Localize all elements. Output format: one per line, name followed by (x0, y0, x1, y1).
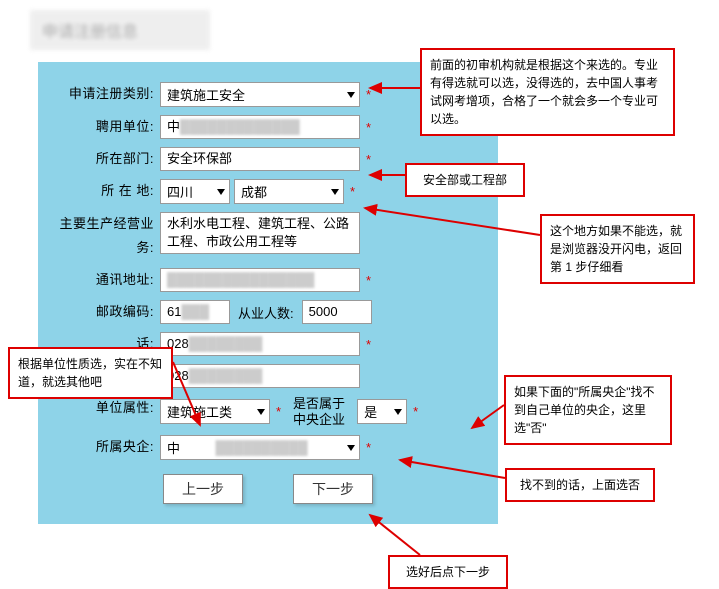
annotation-category: 前面的初审机构就是根据这个来选的。专业有得选就可以选，没得选的，去中国人事考试网… (420, 48, 675, 136)
annotation-next: 选好后点下一步 (388, 555, 508, 589)
annotation-property: 根据单位性质选，实在不知道，就选其他吧 (8, 347, 173, 399)
annotation-department: 安全部或工程部 (405, 163, 525, 197)
annotation-central-corp: 找不到的话，上面选否 (505, 468, 655, 502)
annotation-central-yes: 如果下面的"所属央企"找不到自己单位的央企，这里选"否" (504, 375, 672, 445)
annotation-city: 这个地方如果不能选，就是浏览器没开闪电，返回第 1 步仔细看 (540, 214, 695, 284)
